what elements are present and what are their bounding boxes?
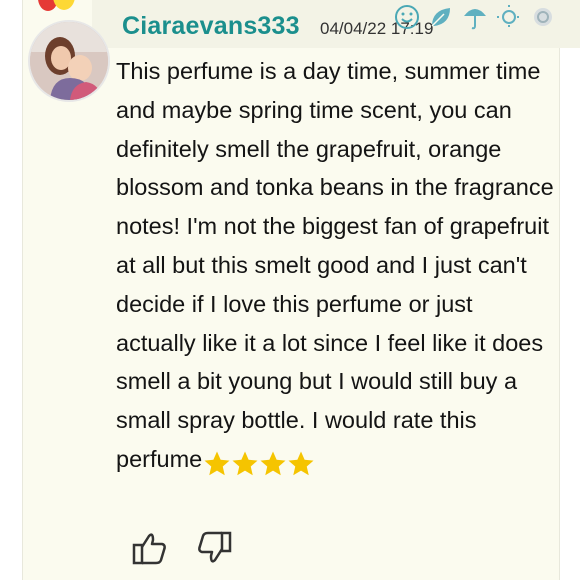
review-body: This perfume is a day time, summer time … bbox=[116, 58, 554, 472]
star-icon bbox=[288, 451, 314, 476]
header-icon-row bbox=[392, 2, 558, 32]
smile-icon[interactable] bbox=[392, 2, 422, 32]
username[interactable]: Ciaraevans333 bbox=[122, 12, 300, 41]
thumbs-up-icon[interactable] bbox=[130, 528, 170, 568]
star-rating bbox=[202, 443, 314, 482]
sun-icon[interactable] bbox=[494, 2, 524, 32]
review-text: This perfume is a day time, summer time … bbox=[116, 52, 556, 482]
star-icon bbox=[204, 451, 230, 476]
umbrella-icon[interactable] bbox=[460, 2, 490, 32]
thumbs-down-icon[interactable] bbox=[194, 528, 234, 568]
moon-icon[interactable] bbox=[528, 2, 558, 32]
leaf-icon[interactable] bbox=[426, 2, 456, 32]
star-icon bbox=[260, 451, 286, 476]
avatar[interactable] bbox=[28, 20, 110, 102]
star-icon bbox=[232, 451, 258, 476]
reaction-buttons bbox=[130, 528, 234, 568]
